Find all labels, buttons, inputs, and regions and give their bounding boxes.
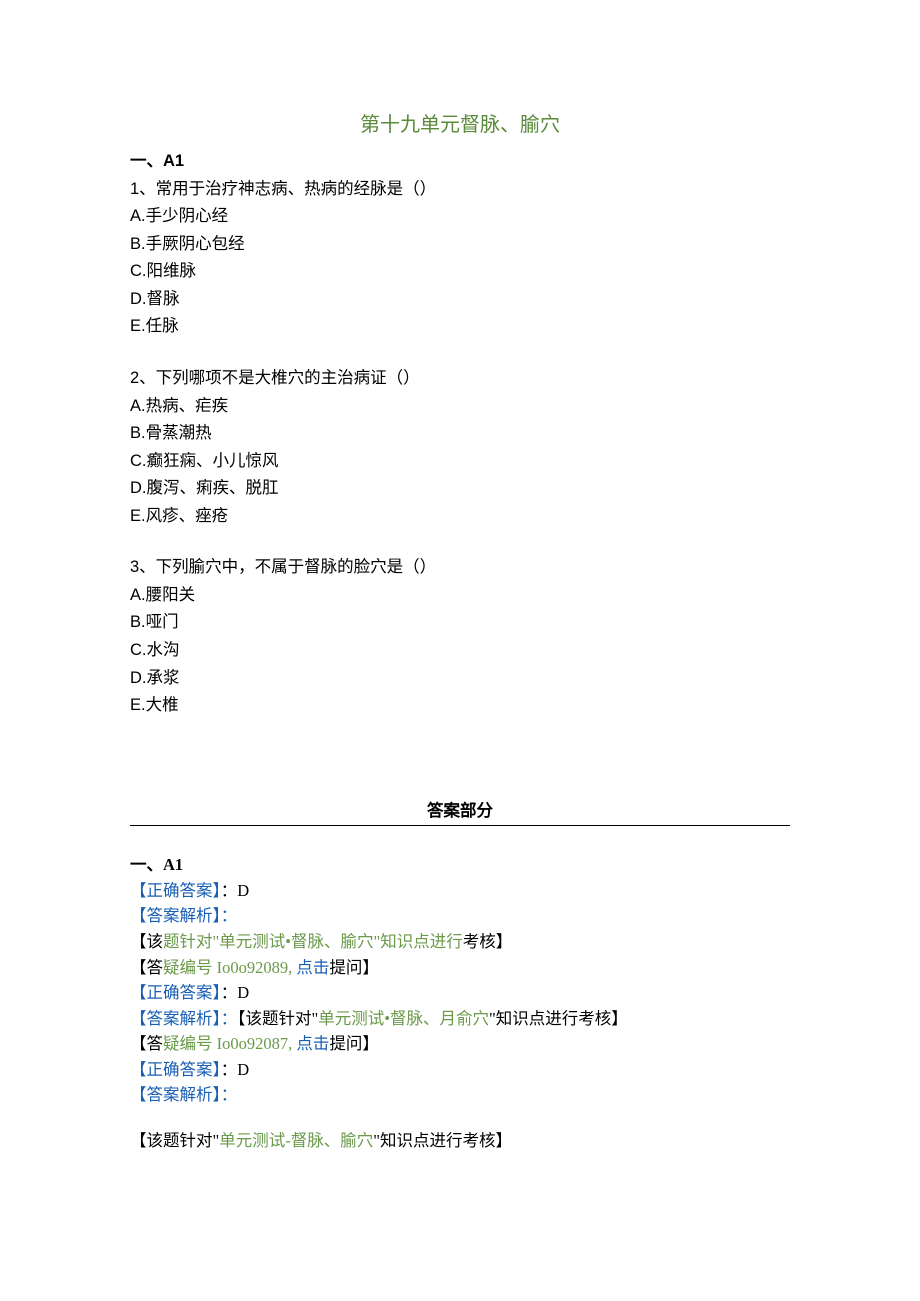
option-b: B.哑门 — [130, 610, 790, 636]
option-e: E.任脉 — [130, 314, 790, 340]
answer-1-correct: 【正确答案】：D — [130, 878, 790, 904]
answer-2-correct: 【正确答案】：D — [130, 980, 790, 1006]
note-text: 考核】 — [463, 932, 513, 951]
question-stem: 1、常用于治疗神志病、热病的经脉是（） — [130, 177, 790, 203]
option-b: B.骨蒸潮热 — [130, 421, 790, 447]
question-1: 1、常用于治疗神志病、热病的经脉是（） A.手少阴心经 B.手厥阴心包经 C.阳… — [130, 177, 790, 340]
answers-header: 答案部分 — [130, 799, 790, 825]
analysis-text: "知识点进行考核】 — [489, 1009, 628, 1028]
answer-2-question-link: 【答疑编号 Io0o92087, 点击提问】 — [130, 1031, 790, 1057]
question-stem: 3、下列腧穴中，不属于督脉的脸穴是（） — [130, 555, 790, 581]
answer-value: ：D — [221, 1060, 249, 1079]
option-b: B.手厥阴心包经 — [130, 232, 790, 258]
option-a: A.热病、疟疾 — [130, 394, 790, 420]
question-2: 2、下列哪项不是大椎穴的主治病证（） A.热病、疟疾 B.骨蒸潮热 C.癫狂痫、… — [130, 366, 790, 529]
answers-body: 一、A1 【正确答案】：D 【答案解析】： 【该题针对"单元测试•督脉、腧穴"知… — [130, 852, 790, 1153]
option-a: A.腰阳关 — [130, 583, 790, 609]
question-stem: 2、下列哪项不是大椎穴的主治病证（） — [130, 366, 790, 392]
option-a: A.手少阴心经 — [130, 204, 790, 230]
answer-value: ：D — [221, 881, 249, 900]
answer-1-note: 【该题针对"单元测试•督脉、腧穴"知识点进行考核】 — [130, 929, 790, 955]
label-analysis: 【答案解析】 — [130, 1085, 221, 1104]
click-link[interactable]: 点击 — [296, 958, 329, 977]
note-text: 题针对" — [163, 932, 219, 951]
yida-text: 【答 — [130, 958, 163, 977]
note-text: "知识点进行考核】 — [373, 1131, 512, 1150]
analysis-text: 【该题针对" — [237, 1009, 318, 1028]
note-topic: 单元测试•督脉、腧穴 — [219, 932, 373, 951]
answers-divider — [130, 825, 790, 826]
option-e: E.大椎 — [130, 693, 790, 719]
option-c: C.癫狂痫、小儿惊风 — [130, 449, 790, 475]
answers-section-a1: 一、A1 — [130, 852, 790, 878]
option-d: D.督脉 — [130, 287, 790, 313]
label-analysis: 【答案解析】 — [130, 906, 221, 925]
answer-3-analysis-label: 【答案解析】： — [130, 1082, 790, 1108]
yida-text: 提问】 — [329, 958, 379, 977]
label-analysis-colon: ： — [221, 906, 238, 925]
section-heading-a1: 一、A1 — [130, 149, 790, 175]
label-analysis-colon: ： — [221, 1085, 238, 1104]
yida-text: 【答 — [130, 1034, 163, 1053]
answer-2-analysis: 【答案解析】：【该题针对"单元测试•督脉、月俞穴"知识点进行考核】 — [130, 1006, 790, 1032]
click-link[interactable]: 点击 — [296, 1034, 329, 1053]
yida-text: 提问】 — [329, 1034, 379, 1053]
answer-1-analysis-label: 【答案解析】： — [130, 903, 790, 929]
option-c: C.阳维脉 — [130, 259, 790, 285]
option-d: D.腹泻、痢疾、脱肛 — [130, 476, 790, 502]
answer-1-question-link: 【答疑编号 Io0o92089, 点击提问】 — [130, 955, 790, 981]
answer-3-correct: 【正确答案】：D — [130, 1057, 790, 1083]
note-text: 【该 — [130, 932, 163, 951]
page-title: 第十九单元督脉、腧穴 — [130, 110, 790, 141]
answer-value: ：D — [221, 983, 249, 1002]
option-e: E.风疹、痤疮 — [130, 504, 790, 530]
option-d: D.承浆 — [130, 666, 790, 692]
note-topic: 单元测试-督脉、腧穴 — [219, 1131, 373, 1150]
label-correct-answer: 【正确答案】 — [130, 983, 221, 1002]
question-3: 3、下列腧穴中，不属于督脉的脸穴是（） A.腰阳关 B.哑门 C.水沟 D.承浆… — [130, 555, 790, 718]
label-correct-answer: 【正确答案】 — [130, 1060, 221, 1079]
blank-line — [130, 1108, 790, 1128]
note-text: "知识点进行 — [374, 932, 463, 951]
label-analysis: 【答案解析】： — [130, 1009, 237, 1028]
label-correct-answer: 【正确答案】 — [130, 881, 221, 900]
option-c: C.水沟 — [130, 638, 790, 664]
yida-text: 疑编号 Io0o92089, — [163, 958, 296, 977]
document-page: 第十九单元督脉、腧穴 一、A1 1、常用于治疗神志病、热病的经脉是（） A.手少… — [0, 0, 920, 1213]
answer-3-note: 【该题针对"单元测试-督脉、腧穴"知识点进行考核】 — [130, 1128, 790, 1154]
yida-text: 疑编号 Io0o92087, — [163, 1034, 296, 1053]
note-text: 【该题针对" — [130, 1131, 219, 1150]
analysis-topic: 单元测试•督脉、月俞穴 — [318, 1009, 489, 1028]
